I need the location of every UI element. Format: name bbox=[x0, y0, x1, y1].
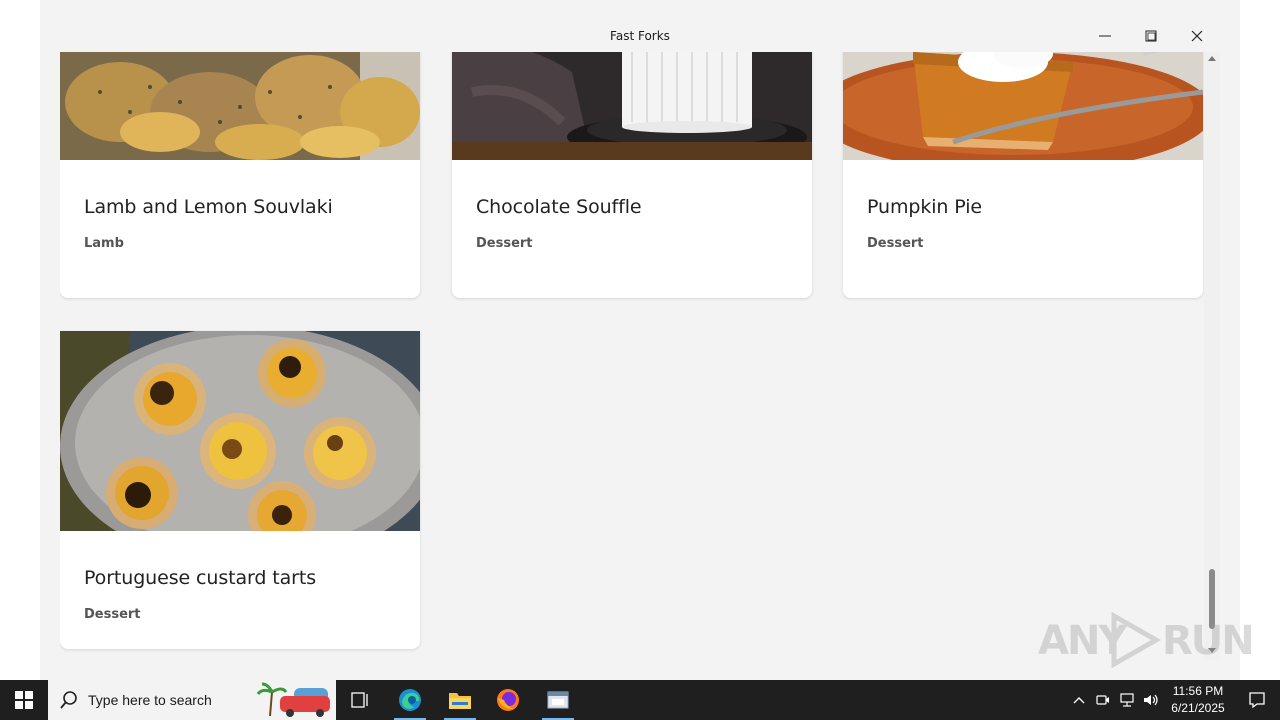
taskbar: Type here to search 11:56 PM 6/21/2025 bbox=[0, 680, 1280, 720]
maximize-icon bbox=[1145, 30, 1157, 42]
recipe-name: Lamb and Lemon Souvlaki bbox=[84, 196, 333, 218]
taskbar-search-box[interactable]: Type here to search bbox=[48, 680, 336, 720]
show-hidden-icons-button[interactable] bbox=[1068, 680, 1090, 720]
recipe-grid: Lamb and Lemon Souvlaki Lamb Chocolate S… bbox=[60, 52, 1220, 660]
title-bar[interactable]: Fast Forks bbox=[60, 20, 1220, 52]
close-button[interactable] bbox=[1174, 20, 1220, 52]
play-logo-icon bbox=[1111, 612, 1162, 668]
file-explorer-taskbar-button[interactable] bbox=[436, 680, 484, 720]
window-title: Fast Forks bbox=[610, 29, 670, 43]
app-window-icon bbox=[547, 691, 569, 709]
volume-tray-icon[interactable] bbox=[1140, 680, 1162, 720]
start-button[interactable] bbox=[0, 680, 48, 720]
recipe-card[interactable]: Portuguese custard tarts Dessert bbox=[60, 331, 420, 649]
notification-icon bbox=[1249, 692, 1265, 709]
maximize-button[interactable] bbox=[1128, 20, 1174, 52]
clock-time: 11:56 PM bbox=[1172, 684, 1224, 698]
firefox-taskbar-button[interactable] bbox=[484, 680, 532, 720]
notifications-button[interactable] bbox=[1234, 680, 1280, 720]
speaker-icon bbox=[1144, 694, 1158, 706]
recipe-name: Portuguese custard tarts bbox=[84, 567, 317, 589]
windows-logo-icon bbox=[15, 691, 33, 709]
roast-lamb-photo bbox=[60, 52, 420, 160]
folder-icon bbox=[449, 693, 471, 709]
task-view-button[interactable] bbox=[336, 680, 384, 720]
app-window: Fast Forks Lamb and Lemon Souvlaki Lamb … bbox=[60, 20, 1220, 660]
recipe-card[interactable]: Pumpkin Pie Dessert bbox=[843, 52, 1203, 298]
recipe-card[interactable]: Lamb and Lemon Souvlaki Lamb bbox=[60, 52, 420, 298]
recipe-category: Dessert bbox=[84, 607, 141, 622]
camera-icon bbox=[1096, 695, 1109, 705]
search-placeholder: Type here to search bbox=[88, 692, 212, 708]
edge-browser-icon bbox=[399, 689, 421, 711]
scroll-up-icon[interactable] bbox=[1208, 56, 1216, 61]
minimize-icon bbox=[1099, 35, 1111, 37]
taskbar-clock[interactable]: 11:56 PM 6/21/2025 bbox=[1162, 680, 1234, 720]
anyrun-watermark: ANY RUN bbox=[1038, 612, 1255, 668]
edge-taskbar-button[interactable] bbox=[386, 680, 434, 720]
network-tray-icon[interactable] bbox=[1116, 680, 1138, 720]
recipe-name: Pumpkin Pie bbox=[867, 196, 983, 218]
close-icon bbox=[1191, 30, 1203, 42]
clock-date: 6/21/2025 bbox=[1171, 701, 1225, 715]
chocolate-souffle-photo bbox=[452, 52, 812, 160]
minimize-button[interactable] bbox=[1082, 20, 1128, 52]
vertical-scrollbar[interactable] bbox=[1204, 52, 1220, 660]
recipe-name: Chocolate Souffle bbox=[476, 196, 642, 218]
recipe-category: Dessert bbox=[476, 236, 533, 251]
meet-now-tray-icon[interactable] bbox=[1092, 680, 1114, 720]
search-icon bbox=[60, 691, 77, 709]
recipe-category: Dessert bbox=[867, 236, 924, 251]
recipe-card[interactable]: Chocolate Souffle Dessert bbox=[452, 52, 812, 298]
chevron-up-icon bbox=[1073, 697, 1085, 704]
app-taskbar-button[interactable] bbox=[534, 680, 582, 720]
watermark-text-right: RUN bbox=[1162, 618, 1255, 664]
custard-tarts-photo bbox=[60, 331, 420, 531]
task-view-icon bbox=[351, 692, 368, 708]
search-highlight-illustration-icon bbox=[256, 682, 336, 718]
firefox-icon bbox=[497, 689, 519, 711]
network-icon bbox=[1120, 693, 1134, 707]
pumpkin-pie-photo bbox=[843, 52, 1203, 160]
recipe-category: Lamb bbox=[84, 236, 124, 251]
